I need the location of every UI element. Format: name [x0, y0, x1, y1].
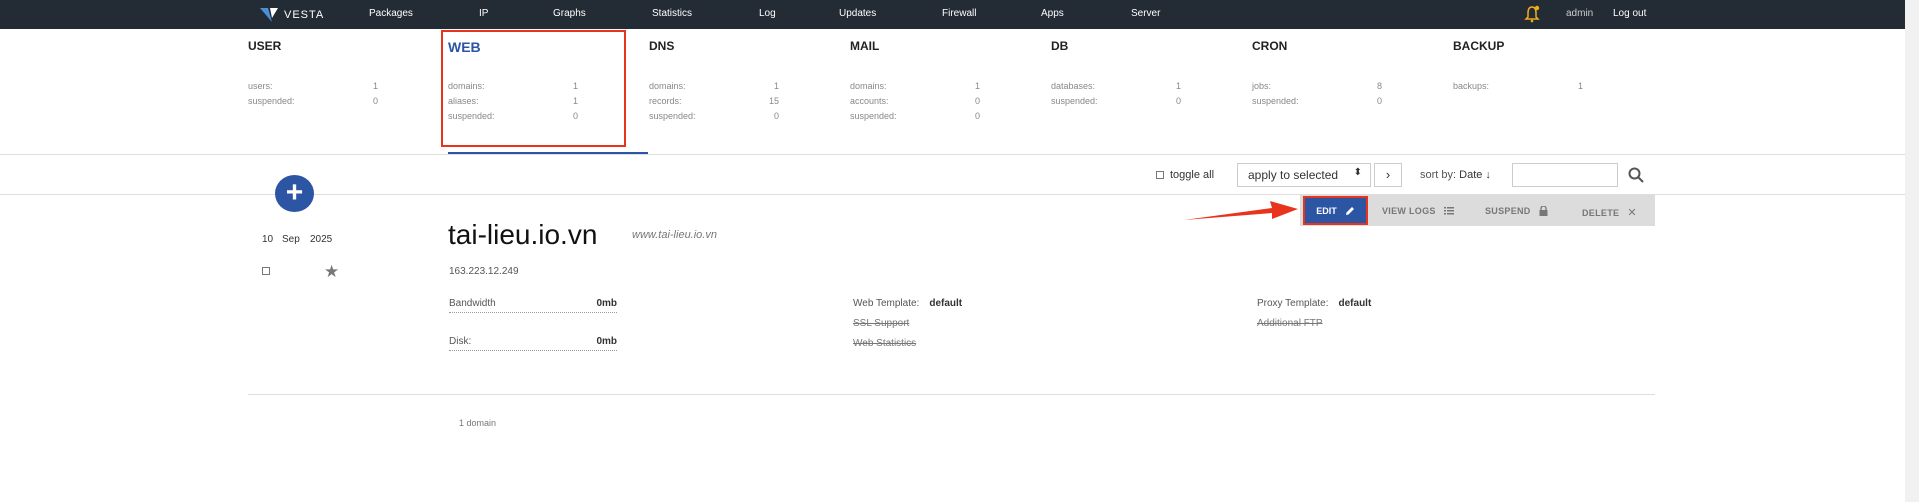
view-logs-button[interactable]: VIEW LOGS: [1382, 206, 1454, 216]
toggle-all-label: toggle all: [1170, 169, 1215, 181]
stats-row: records: 15: [649, 96, 779, 106]
domain-name: tai-lieu.io.vn: [448, 219, 598, 250]
stats-backup[interactable]: BACKUP backups: 1: [1453, 39, 1603, 96]
stats-cron[interactable]: CRON jobs: 8 suspended: 0: [1252, 39, 1402, 111]
domain-ip: 163.223.12.249: [449, 266, 519, 277]
bandwidth-label: Bandwidth: [449, 298, 496, 309]
stats-row: suspended: 0: [649, 111, 779, 121]
web-template-label: Web Template:: [853, 298, 920, 309]
bandwidth-value: 0mb: [596, 298, 617, 309]
top-navbar: VESTA Packages IP Graphs Statistics Log …: [0, 0, 1905, 29]
nav-graphs[interactable]: Graphs: [553, 8, 586, 19]
stats-backup-title: BACKUP: [1453, 39, 1505, 53]
stats-user-title: USER: [248, 39, 282, 53]
bandwidth-metric: Bandwidth 0mb: [449, 298, 617, 313]
suspend-button[interactable]: SUSPEND: [1485, 206, 1548, 216]
logo-text: VESTA: [284, 8, 325, 21]
edit-button[interactable]: EDIT: [1303, 196, 1368, 225]
nav-ip[interactable]: IP: [479, 8, 488, 19]
stats-row: domains: 1: [649, 81, 779, 91]
nav-server[interactable]: Server: [1131, 8, 1160, 19]
additional-ftp: Additional FTP: [1257, 318, 1323, 329]
notification-bell-icon[interactable]: [1524, 5, 1540, 23]
stats-cron-title: CRON: [1252, 39, 1288, 53]
add-domain-button[interactable]: +: [275, 175, 314, 212]
stats-row: accounts: 0: [850, 96, 980, 106]
row-checkbox[interactable]: [262, 267, 270, 275]
select-arrows-icon: ⬍: [1353, 167, 1362, 178]
nav-apps[interactable]: Apps: [1041, 8, 1064, 19]
stats-db[interactable]: DB databases: 1 suspended: 0: [1051, 39, 1201, 111]
plus-icon: +: [285, 176, 304, 209]
edit-label: EDIT: [1316, 205, 1337, 216]
divider: [0, 154, 1905, 155]
proxy-template-value: default: [1338, 298, 1372, 309]
web-template: Web Template: default: [853, 298, 962, 309]
stats-mail[interactable]: MAIL domains: 1 accounts: 0 suspended: 0: [850, 39, 1000, 126]
nav-packages[interactable]: Packages: [369, 8, 413, 19]
sort-by-label: sort by:: [1420, 169, 1457, 181]
stats-mail-title: MAIL: [850, 39, 880, 53]
divider: [248, 394, 1655, 395]
close-icon: ✕: [1627, 207, 1637, 219]
apply-to-selected-select[interactable]: apply to selected ⬍: [1237, 163, 1371, 187]
vesta-logo[interactable]: VESTA: [260, 6, 324, 23]
star-icon[interactable]: ★: [324, 262, 339, 282]
web-tab-highlight-box: [441, 30, 626, 147]
stats-dns[interactable]: DNS domains: 1 records: 15 suspended: 0: [649, 39, 799, 126]
domain-count: 1 domain: [459, 418, 497, 428]
record-year: 2025: [310, 234, 333, 245]
suspend-label: SUSPEND: [1485, 206, 1531, 216]
web-template-value: default: [929, 298, 963, 309]
nav-statistics[interactable]: Statistics: [652, 8, 692, 19]
stats-row: users: 1: [248, 81, 378, 91]
delete-button[interactable]: DELETE ✕: [1582, 206, 1637, 219]
stats-row: suspended: 0: [1252, 96, 1382, 106]
record-day: 10: [262, 234, 274, 245]
disk-metric: Disk: 0mb: [449, 336, 617, 351]
stats-dns-title: DNS: [649, 39, 675, 53]
nav-updates[interactable]: Updates: [839, 8, 876, 19]
nav-firewall[interactable]: Firewall: [942, 8, 976, 19]
logout-link[interactable]: Log out: [1613, 8, 1646, 19]
search-input[interactable]: [1512, 163, 1618, 187]
stats-user[interactable]: USER users: 1 suspended: 0: [248, 39, 398, 111]
stats-row: domains: 1: [850, 81, 980, 91]
web-statistics: Web Statistics: [853, 338, 917, 349]
record-month: Sep: [282, 234, 300, 245]
pencil-icon: [1345, 206, 1354, 215]
domain-alias: www.tai-lieu.io.vn: [632, 229, 717, 241]
proxy-template: Proxy Template: default: [1257, 298, 1371, 309]
disk-value: 0mb: [596, 336, 617, 347]
stats-db-title: DB: [1051, 39, 1069, 53]
nav-log[interactable]: Log: [759, 8, 776, 19]
vesta-logo-icon: [260, 7, 278, 22]
stats-row: databases: 1: [1051, 81, 1181, 91]
apply-go-button[interactable]: ›: [1374, 163, 1402, 187]
search-icon[interactable]: [1628, 167, 1644, 183]
stats-row: suspended: 0: [850, 111, 980, 121]
stats-row: jobs: 8: [1252, 81, 1382, 91]
user-admin-link[interactable]: admin: [1566, 8, 1593, 19]
sort-by-value[interactable]: Date ↓: [1459, 169, 1491, 181]
delete-label: DELETE: [1582, 207, 1620, 218]
stats-row: suspended: 0: [248, 96, 378, 106]
toggle-all[interactable]: toggle all: [1156, 169, 1214, 181]
disk-label: Disk:: [449, 336, 472, 347]
stats-row: suspended: 0: [1051, 96, 1181, 106]
toggle-all-checkbox[interactable]: [1156, 171, 1164, 179]
proxy-template-label: Proxy Template:: [1257, 298, 1329, 309]
view-logs-label: VIEW LOGS: [1382, 206, 1436, 216]
chevron-right-icon: ›: [1385, 167, 1391, 182]
ssl-support: SSL Support: [853, 318, 910, 329]
sort-by[interactable]: sort by: Date ↓: [1420, 169, 1491, 181]
lock-icon: [1539, 206, 1548, 216]
annotation-arrow: [1184, 201, 1298, 220]
stats-row: backups: 1: [1453, 81, 1583, 91]
page-scrollbar[interactable]: [1905, 0, 1919, 502]
list-icon: [1443, 207, 1454, 215]
apply-select-label: apply to selected: [1248, 168, 1339, 182]
